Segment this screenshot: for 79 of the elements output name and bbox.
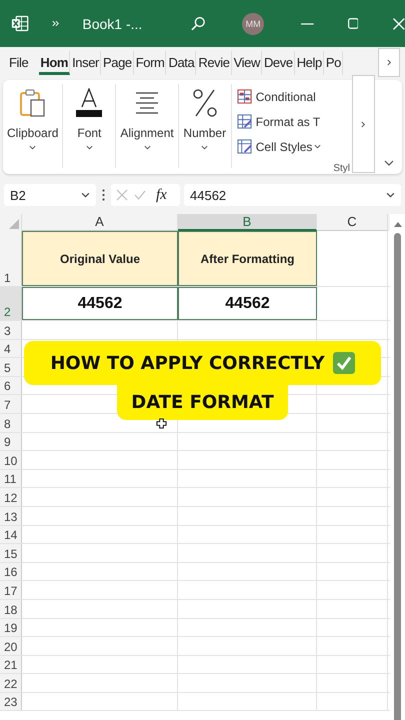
chevron-down-icon — [386, 192, 395, 198]
row-header[interactable]: 17 — [0, 581, 22, 599]
row-header[interactable]: 11 — [0, 470, 22, 488]
chevron-down-icon — [81, 192, 90, 198]
row-header[interactable]: 4 — [0, 340, 22, 358]
more-options-icon[interactable] — [102, 189, 105, 201]
name-box[interactable]: B2 — [4, 184, 96, 206]
column-header[interactable]: C — [317, 214, 388, 231]
insert-function-button[interactable]: fx — [152, 186, 167, 204]
chevron-down-icon[interactable] — [201, 145, 208, 150]
cursor-icon — [156, 418, 167, 429]
chevron-down-icon[interactable] — [144, 145, 151, 150]
maximize-icon[interactable] — [348, 18, 358, 29]
ribbon-tab[interactable]: Form — [134, 50, 166, 74]
ribbon-tab[interactable]: View — [232, 50, 262, 74]
check-mark-icon — [332, 352, 355, 374]
row-header[interactable]: 1 — [0, 231, 22, 286]
row-header[interactable]: 19 — [0, 618, 22, 636]
ribbon-tab[interactable]: Deve — [262, 50, 295, 74]
caption-text: HOW TO APPLY CORRECTLY — [50, 352, 325, 374]
ribbon-group-label[interactable]: Clipboard — [7, 126, 58, 140]
row-header[interactable]: 5 — [0, 358, 22, 376]
row-header[interactable]: 3 — [0, 321, 22, 339]
double-chevron-icon[interactable] — [52, 20, 60, 27]
table-cell: 44562 — [178, 287, 317, 320]
chevron-down-icon[interactable] — [86, 145, 93, 150]
caption-text: DATE FORMAT — [131, 392, 274, 413]
search-icon[interactable] — [190, 16, 206, 32]
ribbon-tab[interactable]: Page — [102, 50, 134, 74]
ribbon-group-label: Styl — [333, 163, 350, 174]
window-title: Book1 -... — [82, 16, 144, 32]
close-icon[interactable] — [393, 18, 405, 30]
style-command[interactable]: Format as T — [256, 114, 320, 128]
conditional-format-icon[interactable] — [236, 89, 252, 104]
excel-logo-icon[interactable] — [11, 15, 29, 32]
ribbon-group-label[interactable]: Number — [183, 126, 226, 140]
ribbon-tab[interactable]: File — [8, 50, 30, 74]
table-cell: 44562 — [22, 287, 178, 320]
row-header[interactable]: 16 — [0, 562, 22, 580]
ribbon-tab[interactable]: Po — [324, 50, 343, 74]
row-header[interactable]: 7 — [0, 395, 22, 413]
row-header[interactable]: 10 — [0, 451, 22, 469]
table-cell: After Formatting — [178, 231, 317, 286]
chevron-right-icon — [386, 59, 392, 66]
row-header[interactable]: 20 — [0, 637, 22, 655]
table-format-icon[interactable] — [236, 114, 252, 129]
font-color-icon[interactable] — [74, 88, 104, 118]
ribbon-group-label[interactable]: Alignment — [120, 126, 174, 140]
table-cell: Original Value — [22, 231, 178, 286]
row-header[interactable]: 14 — [0, 526, 22, 544]
row-header[interactable]: 13 — [0, 506, 22, 525]
ribbon-tab[interactable]: Hom — [39, 50, 70, 74]
style-command[interactable]: Conditional — [256, 90, 316, 104]
cell-styles-icon[interactable] — [236, 139, 252, 154]
minimize-icon[interactable] — [300, 22, 314, 24]
chevron-right-icon — [361, 120, 366, 128]
row-header[interactable]: 2 — [0, 287, 22, 320]
row-header[interactable]: 23 — [0, 692, 22, 710]
row-header[interactable]: 22 — [0, 674, 22, 692]
chevron-down-icon[interactable] — [29, 145, 36, 150]
chevron-down-icon[interactable] — [314, 144, 322, 149]
formula-field[interactable]: 44562 — [184, 184, 401, 206]
ribbon-tab[interactable]: Data — [167, 50, 196, 74]
row-header[interactable]: 15 — [0, 544, 22, 562]
column-header[interactable]: B — [178, 214, 317, 231]
style-command[interactable]: Cell Styles — [256, 140, 312, 154]
row-header[interactable]: 6 — [0, 376, 22, 394]
row-header[interactable]: 12 — [0, 488, 22, 506]
row-header[interactable]: 18 — [0, 600, 22, 618]
ribbon-tab[interactable]: Inser — [71, 50, 101, 74]
ribbon-group-label[interactable]: Font — [77, 126, 102, 140]
scroll-up-icon[interactable] — [394, 222, 402, 227]
check-icon[interactable] — [134, 189, 146, 201]
row-header[interactable]: 8 — [0, 414, 22, 432]
row-header[interactable]: 21 — [0, 656, 22, 674]
row-header[interactable]: 9 — [0, 432, 22, 450]
ribbon-tab[interactable]: Help — [296, 50, 324, 74]
ribbon-tab[interactable]: Revie — [197, 50, 232, 74]
collapse-ribbon-icon[interactable] — [384, 160, 394, 166]
